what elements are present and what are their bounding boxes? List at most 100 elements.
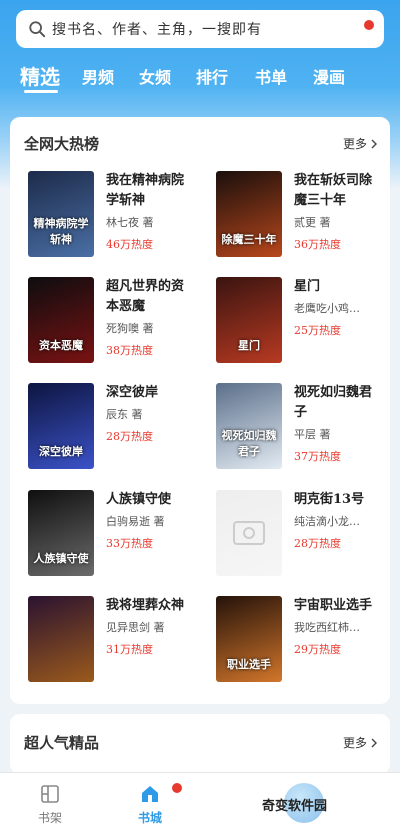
search-placeholder: 搜书名、作者、主角，一搜即有	[52, 22, 262, 38]
book-item[interactable]: 视死如归魏君子 视死如归魏君子 平层 著 37万热度	[216, 383, 396, 475]
book-author: 我吃西红柿…	[294, 621, 360, 634]
book-item[interactable]: 精神病院学斩神 我在精神病院学斩神林七夜 著 46万热度	[28, 171, 208, 263]
book-author: 平层 著	[294, 428, 331, 441]
notification-dot[interactable]	[364, 20, 374, 30]
book-item[interactable]: 人族镇守使 人族镇守使 白驹易逝 著 33万热度	[28, 490, 208, 582]
book-heat: 29万热度	[294, 643, 341, 656]
nav-label: 书架	[37, 811, 62, 825]
chevron-right-icon	[371, 139, 377, 148]
more-link[interactable]: 更多	[343, 734, 378, 751]
book-info: 我将埋葬众神 见异思剑 著 31万热度	[106, 596, 192, 657]
tab-male[interactable]: 男频	[82, 64, 114, 88]
cover-title: 深空彼岸	[39, 445, 83, 458]
book-cover[interactable]	[28, 596, 94, 682]
category-tabs: 精选 男频 女频 排行 书单 漫画	[0, 64, 400, 96]
tab-booklist[interactable]: 书单	[255, 64, 287, 88]
book-cover[interactable]: 深空彼岸	[28, 383, 94, 469]
book-title: 超凡世界的资本恶魔	[106, 279, 185, 314]
book-info: 星门老鹰吃小鸡… 25万热度	[294, 277, 380, 338]
book-title: 我在精神病院学斩神	[106, 173, 185, 208]
tab-featured[interactable]: 精选	[20, 61, 60, 90]
cover-title: 星门	[238, 339, 260, 352]
tab-indicator	[24, 90, 58, 93]
popular-card: 超人气精品 更多	[10, 714, 390, 774]
book-title: 我将埋葬众神	[106, 598, 185, 613]
search-bar[interactable]: 搜书名、作者、主角，一搜即有	[16, 10, 384, 48]
book-info: 我在斩妖司除魔三十年贰更 著 36万热度	[294, 171, 380, 252]
book-heat: 36万热度	[294, 238, 341, 251]
book-title: 宇宙职业选手	[294, 598, 373, 613]
book-title: 我在斩妖司除魔三十年	[294, 173, 373, 208]
bookshelf-icon	[41, 785, 59, 803]
bookstore-icon	[142, 786, 158, 802]
book-cover[interactable]: 视死如归魏君子	[216, 383, 282, 469]
book-cover[interactable]: 资本恶魔	[28, 277, 94, 363]
hot-list-card: 全网大热榜 更多 精神病院学斩神 我在精神病院学斩神林七夜 著 46万热度 除魔三十年…	[10, 117, 390, 704]
book-heat: 28万热度	[106, 430, 153, 443]
book-cover[interactable]: 精神病院学斩神	[28, 171, 94, 257]
book-heat: 31万热度	[106, 643, 153, 656]
book-item[interactable]: 除魔三十年 我在斩妖司除魔三十年贰更 著 36万热度	[216, 171, 396, 263]
book-cover[interactable]	[216, 490, 282, 576]
nav-bookshelf[interactable]: 书架	[20, 783, 80, 826]
book-title: 深空彼岸	[106, 385, 159, 400]
book-item[interactable]: 我将埋葬众神 见异思剑 著 31万热度	[28, 596, 208, 688]
tab-comics[interactable]: 漫画	[313, 64, 345, 88]
book-heat: 33万热度	[106, 537, 153, 550]
notification-dot	[172, 783, 182, 793]
book-cover[interactable]: 除魔三十年	[216, 171, 282, 257]
tab-ranking[interactable]: 排行	[196, 64, 228, 88]
book-cover[interactable]: 人族镇守使	[28, 490, 94, 576]
book-item[interactable]: 明克街13号 纯洁滴小龙… 28万热度	[216, 490, 396, 582]
cover-title: 资本恶魔	[39, 339, 83, 352]
section-title: 超人气精品	[24, 734, 100, 752]
book-item[interactable]: 资本恶魔 超凡世界的资本恶魔死狗噢 著 38万热度	[28, 277, 208, 369]
nav-label: 书城	[137, 811, 162, 825]
watermark-text: 奇变软件园	[262, 799, 328, 814]
tab-female[interactable]: 女频	[139, 64, 171, 88]
cover-title: 精神病院学斩神	[33, 217, 89, 246]
book-title: 人族镇守使	[106, 492, 172, 507]
nav-bookstore[interactable]: 书城	[120, 783, 180, 826]
book-heat: 28万热度	[294, 537, 341, 550]
more-label: 更多	[342, 137, 367, 151]
book-cover[interactable]: 职业选手	[216, 596, 282, 682]
book-author: 纯洁滴小龙…	[294, 515, 360, 528]
book-info: 视死如归魏君子平层 著 37万热度	[294, 383, 380, 464]
chevron-right-icon	[371, 738, 377, 747]
book-cover[interactable]: 星门	[216, 277, 282, 363]
book-info: 深空彼岸辰东 著 28万热度	[106, 383, 192, 444]
cover-title: 视死如归魏君子	[221, 429, 277, 458]
book-heat: 46万热度	[106, 238, 153, 251]
book-heat: 37万热度	[294, 450, 341, 463]
book-info: 我在精神病院学斩神林七夜 著 46万热度	[106, 171, 192, 252]
book-heat: 25万热度	[294, 324, 341, 337]
cover-title: 职业选手	[227, 658, 271, 671]
book-author: 林七夜 著	[106, 216, 154, 229]
book-item[interactable]: 星门 星门 老鹰吃小鸡… 25万热度	[216, 277, 396, 369]
book-info: 人族镇守使白驹易逝 著 33万热度	[106, 490, 192, 551]
book-title: 视死如归魏君子	[294, 385, 373, 420]
book-heat: 38万热度	[106, 344, 153, 357]
book-info: 超凡世界的资本恶魔死狗噢 著 38万热度	[106, 277, 192, 358]
book-author: 死狗噢 著	[106, 322, 154, 335]
book-author: 见异思剑 著	[106, 621, 165, 634]
cover-title: 除魔三十年	[221, 233, 277, 246]
book-item[interactable]: 深空彼岸 深空彼岸 辰东 著 28万热度	[28, 383, 208, 475]
book-title: 星门	[294, 279, 321, 294]
bottom-nav: 书架 书城 奇变软件园	[0, 772, 400, 832]
more-link[interactable]: 更多	[343, 135, 378, 152]
book-info: 明克街13号 纯洁滴小龙… 28万热度	[294, 490, 380, 551]
book-author: 贰更 著	[294, 216, 331, 229]
more-label: 更多	[342, 736, 367, 750]
image-placeholder-icon	[233, 521, 265, 545]
section-title: 全网大热榜	[24, 135, 100, 153]
book-title: 明克街13号	[294, 492, 365, 507]
book-author: 辰东 著	[106, 408, 143, 421]
search-icon	[29, 21, 46, 38]
cover-title: 人族镇守使	[33, 552, 89, 565]
book-item[interactable]: 职业选手 宇宙职业选手 我吃西红柿… 29万热度	[216, 596, 396, 688]
book-info: 宇宙职业选手 我吃西红柿… 29万热度	[294, 596, 380, 657]
book-author: 白驹易逝 著	[106, 515, 165, 528]
book-author: 老鹰吃小鸡…	[294, 302, 360, 315]
